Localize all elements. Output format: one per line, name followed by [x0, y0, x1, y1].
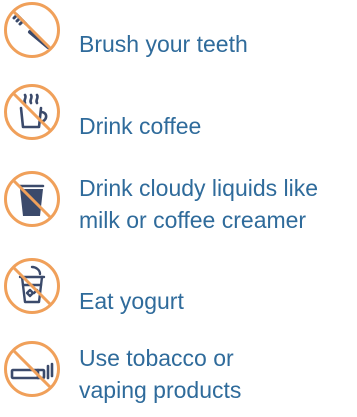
- list-item-eat-yogurt: Eat yogurt: [0, 255, 357, 325]
- no-yogurt-icon: [3, 257, 61, 315]
- no-cloudy-glass-icon: [3, 170, 61, 228]
- no-smoking-icon: [3, 340, 61, 398]
- list-item-drink-cloudy-liquids: Drink cloudy liquids like milk or coffee…: [0, 170, 357, 250]
- item-label: Eat yogurt: [79, 288, 184, 314]
- no-toothbrush-icon: [3, 1, 61, 59]
- list-item-use-tobacco: Use tobacco or vaping products: [0, 340, 357, 417]
- item-label: Brush your teeth: [79, 31, 248, 57]
- list-item-drink-coffee: Drink coffee: [0, 80, 357, 150]
- item-label: Drink cloudy liquids like milk or coffee…: [79, 175, 319, 233]
- list-item-brush-teeth: Brush your teeth: [0, 0, 357, 70]
- item-label: Drink coffee: [79, 113, 202, 139]
- no-coffee-icon: [3, 83, 61, 141]
- item-label: Use tobacco or vaping products: [79, 345, 242, 403]
